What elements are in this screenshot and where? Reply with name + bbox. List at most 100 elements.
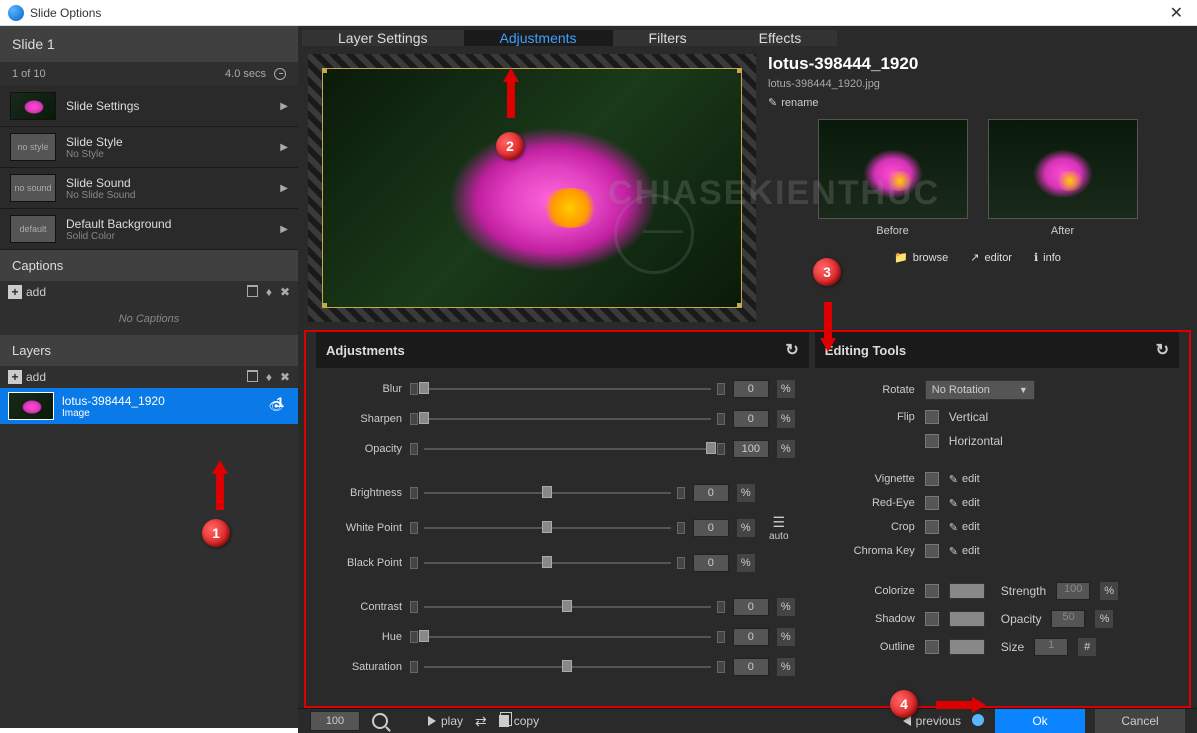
annotation-marker-3: 3: [813, 258, 841, 286]
chevron-right-icon: ▶: [280, 183, 288, 194]
app-icon: [8, 5, 24, 21]
adjustment-value[interactable]: 100: [733, 440, 769, 458]
rotate-select[interactable]: No Rotation▼: [925, 380, 1035, 400]
footer: 100 play ⇄ copy previous Ok Cancel: [298, 708, 1197, 733]
edit-button[interactable]: ✎edit: [949, 497, 980, 510]
tab-filters[interactable]: Filters: [613, 30, 723, 46]
previous-button[interactable]: previous: [903, 714, 961, 728]
swap-icon: ⇄: [475, 713, 487, 730]
adjustment-value[interactable]: 0: [733, 380, 769, 398]
slider[interactable]: [410, 412, 725, 426]
slider[interactable]: [410, 556, 685, 570]
unit-label: %: [777, 628, 795, 646]
slider[interactable]: [410, 630, 725, 644]
layer-item[interactable]: lotus-398444_1920 Image 1 👁: [0, 388, 298, 424]
tab-effects[interactable]: Effects: [723, 30, 838, 46]
adjustment-value[interactable]: 0: [693, 554, 729, 572]
trash-icon[interactable]: [247, 370, 258, 382]
sidebar-item-background[interactable]: default Default Background Solid Color ▶: [0, 209, 298, 250]
annotation-marker-4: 4: [890, 690, 918, 718]
after-label: After: [988, 225, 1138, 237]
flip-horizontal-checkbox[interactable]: [925, 434, 939, 448]
adjustment-label: Black Point: [330, 557, 402, 569]
info-button[interactable]: ℹinfo: [1034, 251, 1061, 264]
edit-button[interactable]: ✎edit: [949, 473, 980, 486]
add-layer-button[interactable]: + add: [8, 370, 46, 384]
add-caption-button[interactable]: + add: [8, 285, 46, 299]
adjustment-value[interactable]: 0: [693, 484, 729, 502]
no-captions-label: No Captions: [0, 303, 298, 335]
sidebar: Slide 1 1 of 10 4.0 secs Slide Settings …: [0, 26, 298, 728]
outline-checkbox[interactable]: [925, 640, 939, 654]
plus-icon: +: [8, 285, 22, 299]
slider[interactable]: [410, 442, 725, 456]
colorize-swatch[interactable]: [949, 583, 985, 599]
sort-icon[interactable]: ♦: [266, 285, 272, 299]
sort-icon[interactable]: ♦: [266, 370, 272, 384]
adjustment-row: Contrast 0 %: [330, 598, 795, 616]
toggle-checkbox[interactable]: [925, 544, 939, 558]
annotation-arrow-3: [820, 338, 836, 352]
sidebar-item-settings[interactable]: Slide Settings ▶: [0, 86, 298, 127]
adjustment-value[interactable]: 0: [733, 598, 769, 616]
slider[interactable]: [410, 486, 685, 500]
toggle-row: Vignette ✎edit: [829, 472, 1165, 486]
adjustment-value[interactable]: 0: [693, 519, 729, 537]
tab-bar: Layer Settings Adjustments Filters Effec…: [302, 30, 1193, 46]
unit-label: %: [737, 554, 755, 572]
sidebar-item-style[interactable]: no style Slide Style No Style ▶: [0, 127, 298, 168]
adjustment-row: Sharpen 0 %: [330, 410, 795, 428]
colorize-checkbox[interactable]: [925, 584, 939, 598]
browse-button[interactable]: 📁browse: [894, 251, 948, 264]
rename-button[interactable]: ✎ rename: [768, 96, 1187, 109]
opacity-input[interactable]: 50: [1051, 610, 1085, 628]
play-button[interactable]: play: [428, 714, 463, 728]
shadow-checkbox[interactable]: [925, 612, 939, 626]
ok-button[interactable]: Ok: [995, 709, 1085, 733]
wrench-icon[interactable]: ✖: [280, 285, 290, 299]
slider[interactable]: [410, 521, 685, 535]
edit-button[interactable]: ✎edit: [949, 545, 980, 558]
toggle-row: Red-Eye ✎edit: [829, 496, 1165, 510]
adjustment-label: Brightness: [330, 487, 402, 499]
reset-icon[interactable]: ↻: [785, 340, 798, 360]
close-icon[interactable]: ✕: [1164, 3, 1189, 23]
adjustment-value[interactable]: 0: [733, 658, 769, 676]
search-icon[interactable]: [372, 713, 388, 729]
toggle-checkbox[interactable]: [925, 472, 939, 486]
sidebar-item-sound[interactable]: no sound Slide Sound No Slide Sound ▶: [0, 168, 298, 209]
editor-button[interactable]: ↗editor: [970, 251, 1012, 264]
strength-label: Strength: [1001, 584, 1046, 598]
edit-button[interactable]: ✎edit: [949, 521, 980, 534]
trash-icon[interactable]: [247, 285, 258, 297]
captions-header: Captions: [0, 250, 298, 281]
zoom-input[interactable]: 100: [310, 711, 360, 731]
flip-vertical-checkbox[interactable]: [925, 410, 939, 424]
slider[interactable]: [410, 600, 725, 614]
cancel-button[interactable]: Cancel: [1095, 709, 1185, 733]
wrench-icon[interactable]: ✖: [280, 370, 290, 384]
slider[interactable]: [410, 660, 725, 674]
toggle-checkbox[interactable]: [925, 496, 939, 510]
adjustment-label: Opacity: [330, 443, 402, 455]
adjustment-value[interactable]: 0: [733, 628, 769, 646]
adjustment-row: White Point 0 % ☰auto: [330, 514, 795, 542]
size-input[interactable]: 1: [1034, 638, 1068, 656]
toggle-checkbox[interactable]: [925, 520, 939, 534]
strength-input[interactable]: 100: [1056, 582, 1090, 600]
outline-swatch[interactable]: [949, 639, 985, 655]
copy-button[interactable]: copy: [499, 714, 539, 728]
next-button[interactable]: [971, 713, 985, 730]
sidebar-item-label: Slide Style: [66, 135, 280, 149]
tab-adjustments[interactable]: Adjustments: [464, 30, 613, 46]
shadow-swatch[interactable]: [949, 611, 985, 627]
preview-box[interactable]: CHIASEKIENTHUC: [308, 54, 756, 322]
reset-icon[interactable]: ↻: [1156, 340, 1169, 360]
slider[interactable]: [410, 382, 725, 396]
flip-vertical-label: Vertical: [949, 410, 988, 424]
swap-button[interactable]: ⇄: [475, 713, 487, 730]
unit-label: %: [777, 440, 795, 458]
auto-button[interactable]: ☰auto: [763, 514, 795, 542]
tab-layer-settings[interactable]: Layer Settings: [302, 30, 464, 46]
adjustment-value[interactable]: 0: [733, 410, 769, 428]
